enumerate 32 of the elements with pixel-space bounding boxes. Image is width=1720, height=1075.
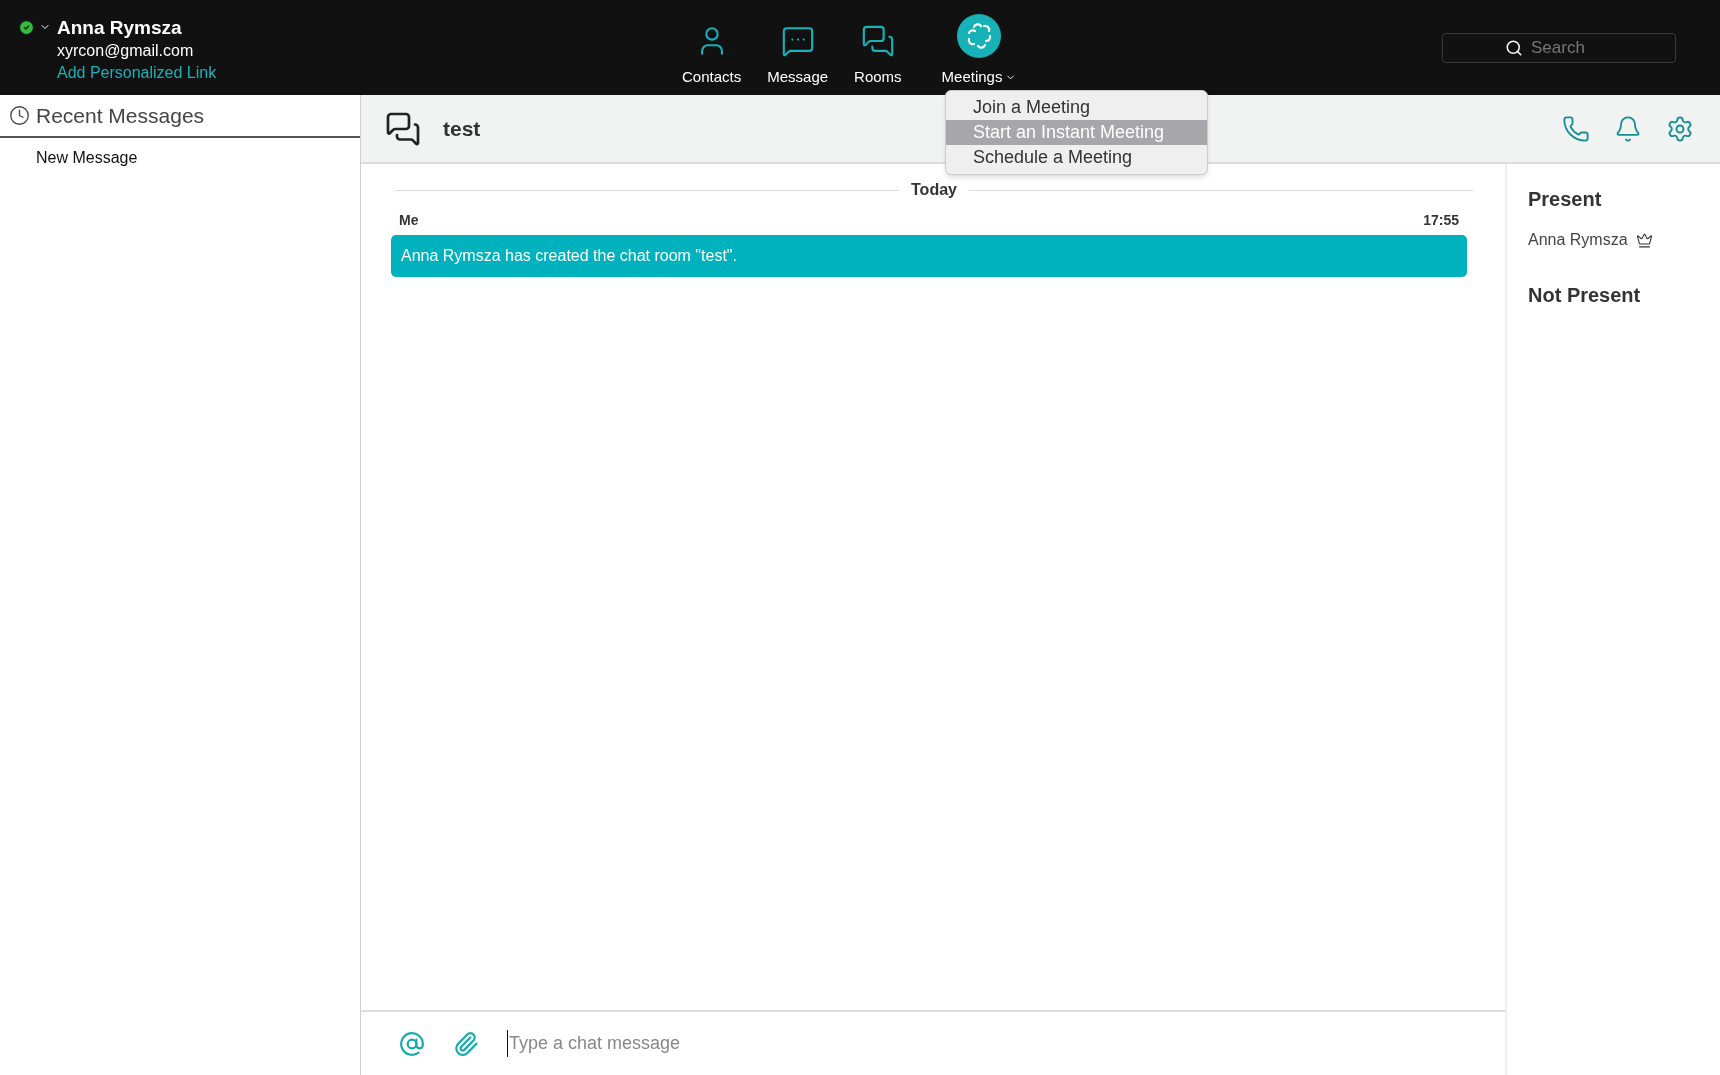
chat-title: test — [443, 115, 481, 142]
clock-icon — [9, 105, 30, 126]
sender-name: Me — [399, 211, 419, 230]
nav-button[interactable]: Meetings — [935, 14, 1023, 89]
nav-button[interactable]: Contacts — [676, 24, 748, 89]
participant-name: Anna Rymsza — [1528, 230, 1628, 250]
user-name: Anna Rymsza — [57, 16, 182, 40]
sidebar-item[interactable]: New Message — [0, 138, 360, 170]
menu-item[interactable]: Schedule a Meeting — [946, 145, 1207, 170]
present-heading: Present — [1528, 187, 1603, 212]
day-label: Today — [911, 180, 957, 200]
personalized-link[interactable]: Add Personalized Link — [57, 62, 217, 84]
meetings-logo-icon — [957, 14, 1002, 58]
not-present-heading: Not Present — [1528, 283, 1642, 308]
bell-icon[interactable] — [1614, 114, 1642, 143]
paperclip-icon[interactable] — [453, 1030, 479, 1057]
speech-bubble-icon — [780, 24, 815, 58]
message-input[interactable]: Type a chat message — [507, 1030, 1505, 1057]
settings-icon[interactable] — [1666, 114, 1694, 143]
menu-item[interactable]: Join a Meeting — [946, 95, 1207, 120]
speech-bubbles-icon — [385, 110, 421, 147]
sidebar-title: Recent Messages — [36, 102, 205, 129]
message-bubble: Anna Rymsza has created the chat room "test". — [391, 235, 1467, 277]
user-email: xyrcon@gmail.com — [57, 41, 194, 61]
nav-button[interactable]: Message — [761, 24, 835, 89]
phone-icon[interactable] — [1562, 114, 1590, 143]
message-time: 17:55 — [1423, 211, 1459, 230]
speech-bubbles-icon — [860, 24, 895, 58]
nav-button[interactable]: Rooms — [848, 24, 908, 89]
mention-icon[interactable] — [399, 1030, 425, 1057]
search-field[interactable]: Search — [1442, 33, 1676, 63]
search-icon — [1505, 39, 1523, 57]
